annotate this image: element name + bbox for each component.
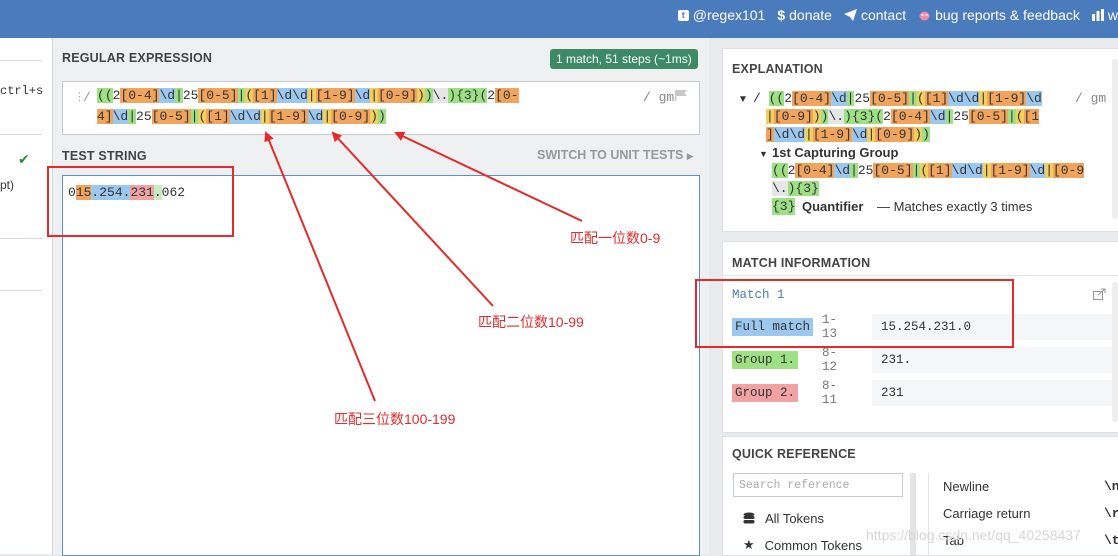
annotation-arrow	[394, 131, 583, 222]
annotation-arrows	[264, 131, 583, 402]
annotation-two-digit: 匹配二位数10-99	[478, 314, 584, 330]
watermark: https://blog.csdn.net/qq_40258437	[866, 527, 1081, 543]
annotation-arrow	[264, 131, 376, 402]
annotation-three-digit: 匹配三位数100-199	[334, 411, 456, 427]
annotation-one-digit: 匹配一位数0-9	[570, 230, 661, 246]
annotation-arrow	[331, 131, 494, 307]
